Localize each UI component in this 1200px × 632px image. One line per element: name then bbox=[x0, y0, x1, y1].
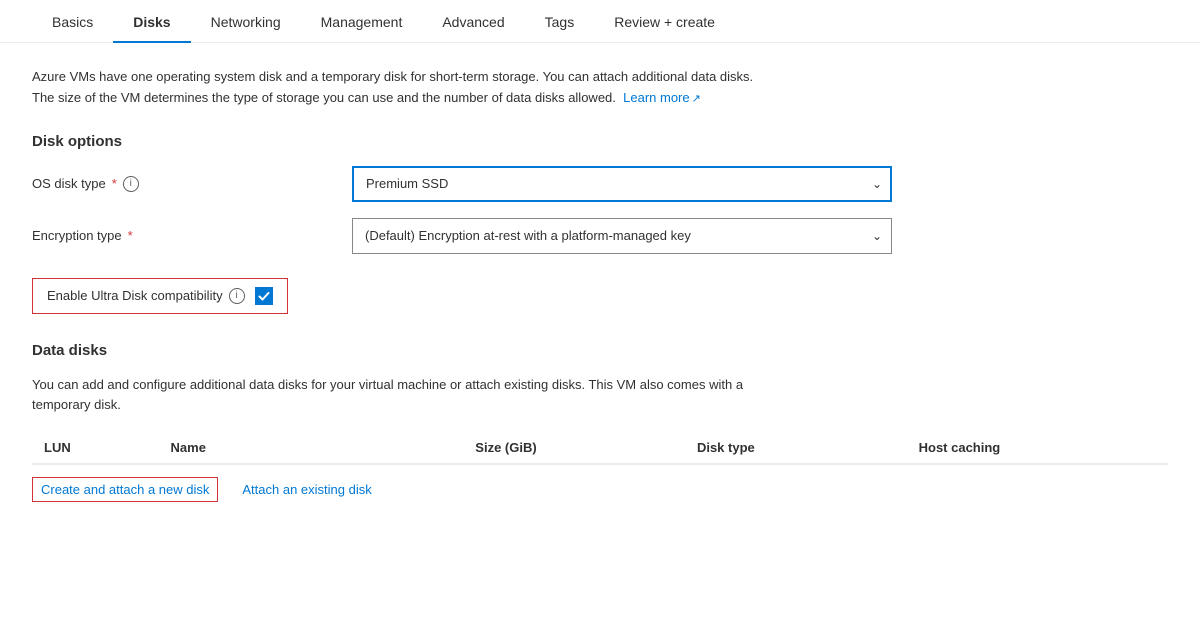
description-line1: Azure VMs have one operating system disk… bbox=[32, 69, 753, 84]
col-lun: LUN bbox=[32, 432, 171, 464]
ultra-disk-label: Enable Ultra Disk compatibility i bbox=[47, 288, 245, 304]
col-host-caching: Host caching bbox=[919, 432, 1168, 464]
encryption-type-select[interactable]: (Default) Encryption at-rest with a plat… bbox=[352, 218, 892, 254]
tab-disks[interactable]: Disks bbox=[113, 0, 190, 42]
col-disk-type: Disk type bbox=[697, 432, 919, 464]
os-disk-required-star: * bbox=[112, 176, 117, 191]
os-disk-info-icon[interactable]: i bbox=[123, 176, 139, 192]
os-disk-type-row: OS disk type * i Premium SSD Standard SS… bbox=[32, 166, 1168, 202]
main-content: Azure VMs have one operating system disk… bbox=[0, 43, 1200, 546]
data-disks-description: You can add and configure additional dat… bbox=[32, 375, 1032, 417]
os-disk-type-label: OS disk type * i bbox=[32, 176, 352, 192]
tab-review-create[interactable]: Review + create bbox=[594, 0, 735, 42]
tab-advanced[interactable]: Advanced bbox=[422, 0, 524, 42]
os-disk-type-select-wrapper: Premium SSD Standard SSD Standard HDD ⌄ bbox=[352, 166, 892, 202]
tab-tags[interactable]: Tags bbox=[525, 0, 595, 42]
os-disk-type-select[interactable]: Premium SSD Standard SSD Standard HDD bbox=[352, 166, 892, 202]
tab-basics[interactable]: Basics bbox=[32, 0, 113, 42]
col-name: Name bbox=[171, 432, 476, 464]
encryption-type-label: Encryption type * bbox=[32, 228, 352, 243]
learn-more-link[interactable]: Learn more↗ bbox=[623, 90, 701, 105]
action-links-row: Create and attach a new disk Attach an e… bbox=[32, 464, 1168, 502]
ultra-disk-row: Enable Ultra Disk compatibility i bbox=[32, 278, 288, 314]
data-disks-section: Data disks You can add and configure add… bbox=[32, 342, 1168, 503]
tab-bar: Basics Disks Networking Management Advan… bbox=[0, 0, 1200, 43]
table-header-row: LUN Name Size (GiB) Disk type Host cachi… bbox=[32, 432, 1168, 464]
disk-options-section: Disk options OS disk type * i Premium SS… bbox=[32, 133, 1168, 254]
ultra-disk-checkbox[interactable] bbox=[255, 287, 273, 305]
create-attach-new-disk-link[interactable]: Create and attach a new disk bbox=[32, 477, 218, 502]
data-disks-table: LUN Name Size (GiB) Disk type Host cachi… bbox=[32, 432, 1168, 464]
encryption-required-star: * bbox=[128, 228, 133, 243]
page-description: Azure VMs have one operating system disk… bbox=[32, 67, 1132, 109]
attach-existing-disk-link[interactable]: Attach an existing disk bbox=[242, 482, 371, 497]
encryption-type-row: Encryption type * (Default) Encryption a… bbox=[32, 218, 1168, 254]
description-line2: The size of the VM determines the type o… bbox=[32, 90, 616, 105]
encryption-type-select-wrapper: (Default) Encryption at-rest with a plat… bbox=[352, 218, 892, 254]
ultra-disk-info-icon[interactable]: i bbox=[229, 288, 245, 304]
tab-networking[interactable]: Networking bbox=[191, 0, 301, 42]
tab-management[interactable]: Management bbox=[301, 0, 423, 42]
disk-options-header: Disk options bbox=[32, 133, 1168, 150]
external-link-icon: ↗ bbox=[692, 93, 701, 105]
data-disks-header: Data disks bbox=[32, 342, 1168, 359]
col-size: Size (GiB) bbox=[475, 432, 697, 464]
